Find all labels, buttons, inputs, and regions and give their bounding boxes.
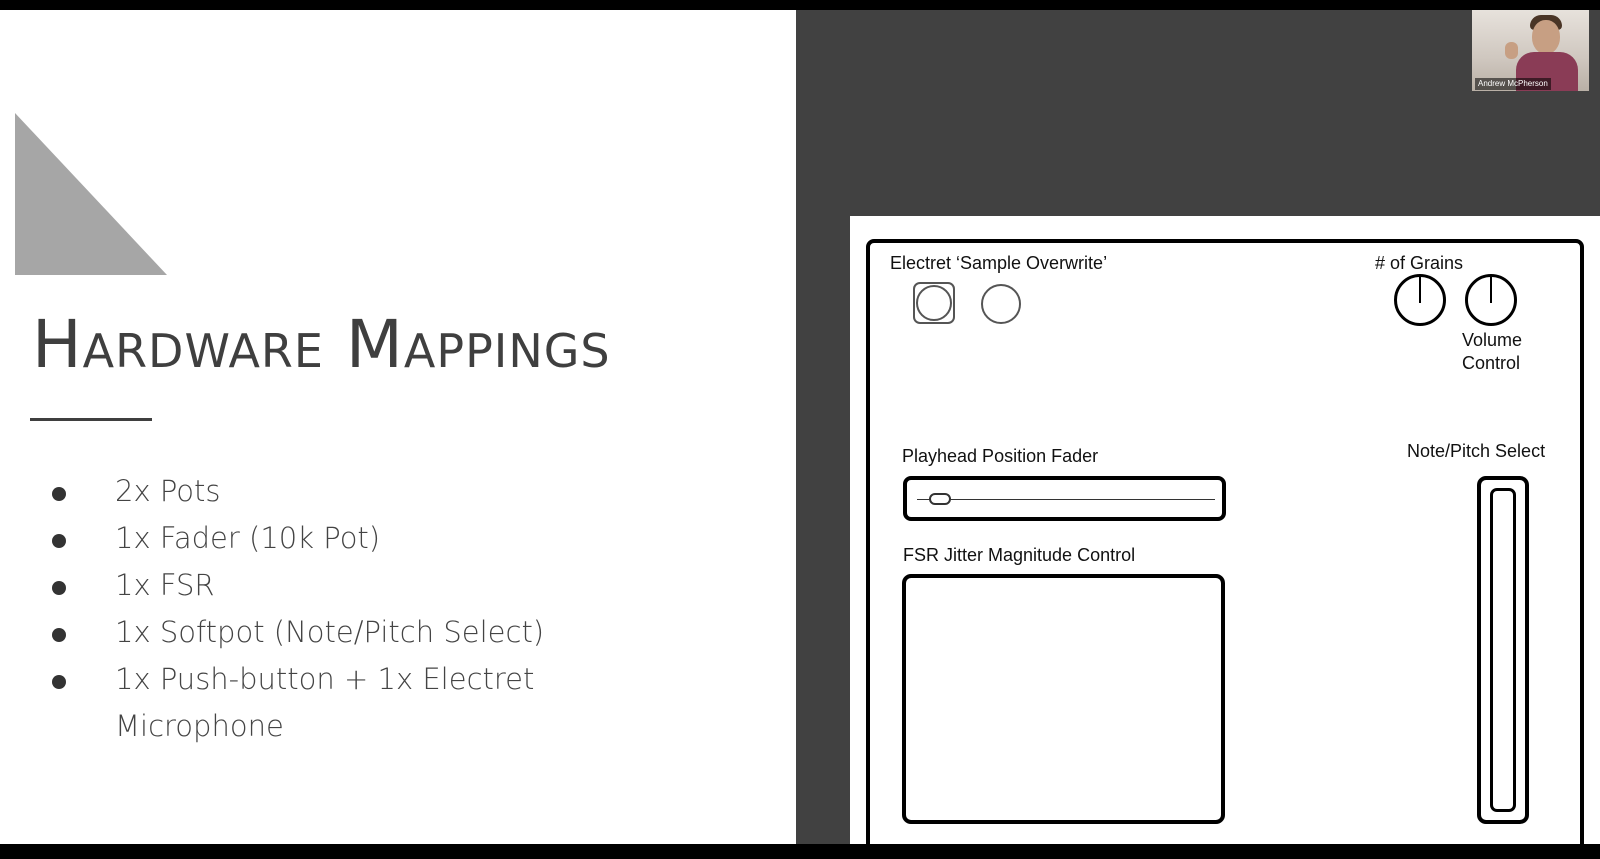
bullet-dot-icon bbox=[52, 675, 66, 689]
playhead-fader-icon bbox=[903, 476, 1226, 521]
decorative-triangle bbox=[15, 113, 167, 275]
bullet-item: 2x Pots bbox=[52, 468, 585, 515]
participant-hand bbox=[1505, 42, 1518, 59]
electret-label: Electret ‘Sample Overwrite’ bbox=[890, 253, 1108, 273]
bullet-item: 1x Softpot (Note/Pitch Select) bbox=[52, 609, 585, 656]
grains-knob-icon bbox=[1394, 274, 1446, 326]
push-button-cap-icon bbox=[916, 285, 952, 321]
playhead-fader-label: Playhead Position Fader bbox=[902, 446, 1099, 466]
volume-label-line1: Volume bbox=[1462, 330, 1523, 350]
note-pitch-label: Note/Pitch Select bbox=[1407, 441, 1546, 461]
slide-title: Hardware Mappings bbox=[32, 306, 611, 383]
bullet-dot-icon bbox=[52, 581, 66, 595]
bullet-dot-icon bbox=[52, 487, 66, 501]
fsr-pad-icon bbox=[902, 574, 1225, 824]
bullet-item: 1x Fader (10k Pot) bbox=[52, 515, 585, 562]
fader-thumb-icon bbox=[929, 493, 951, 505]
volume-knob-icon bbox=[1465, 274, 1517, 326]
participant-video-thumbnail[interactable]: Andrew McPherson bbox=[1472, 10, 1589, 91]
top-black-bar bbox=[0, 0, 1600, 10]
bullet-item: 1x Push-button + 1x Electret Microphone bbox=[52, 656, 585, 750]
fader-track bbox=[917, 499, 1215, 500]
participant-name-tag: Andrew McPherson bbox=[1475, 78, 1551, 90]
title-underline bbox=[30, 418, 152, 421]
grains-label: # of Grains bbox=[1375, 253, 1464, 273]
participant-head bbox=[1532, 20, 1560, 54]
bullet-dot-icon bbox=[52, 628, 66, 642]
volume-label-line2: Control bbox=[1462, 353, 1521, 373]
bullet-item: 1x FSR bbox=[52, 562, 585, 609]
softpot-icon bbox=[1477, 476, 1529, 824]
microphone-icon bbox=[981, 284, 1021, 324]
fsr-label: FSR Jitter Magnitude Control bbox=[903, 545, 1136, 565]
bullet-list: 2x Pots 1x Fader (10k Pot) 1x FSR 1x Sof… bbox=[52, 468, 585, 750]
bullet-dot-icon bbox=[52, 534, 66, 548]
softpot-strip bbox=[1490, 488, 1516, 812]
